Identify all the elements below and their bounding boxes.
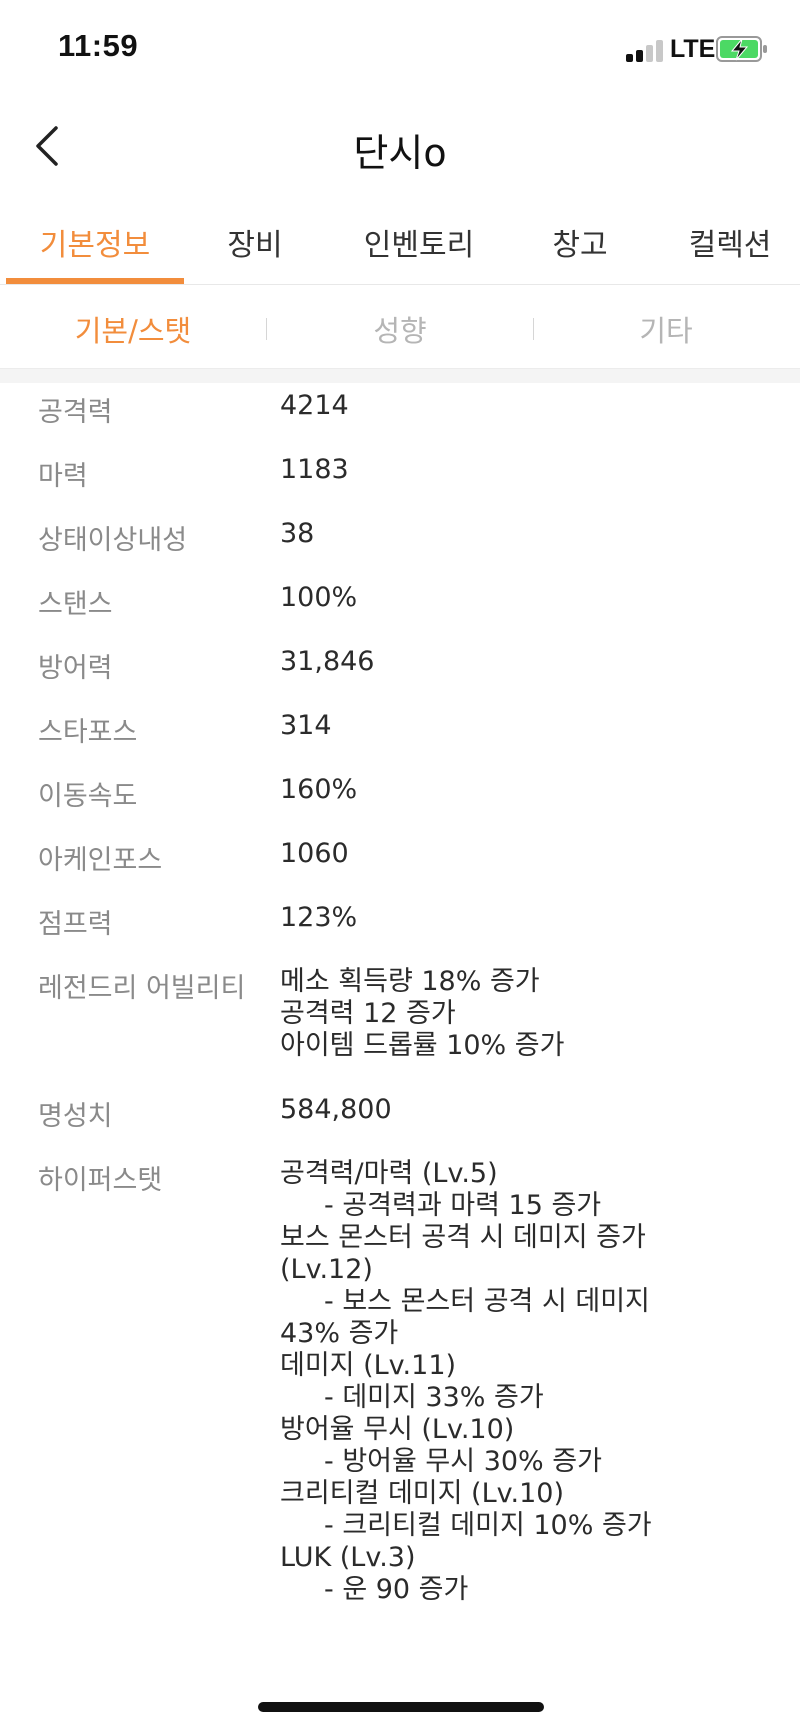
stat-label: 스탠스 (38, 589, 113, 620)
stat-value: 584,800 (280, 1094, 392, 1125)
sub-tabs: 기본/스탯 성향 기타 (0, 286, 800, 370)
stat-row-attack: 공격력 4214 (0, 390, 800, 454)
hyper-line: 데미지 (Lv.11) (280, 1350, 457, 1381)
home-indicator[interactable] (258, 1702, 544, 1712)
stat-row-status-resistance: 상태이상내성 38 (0, 518, 800, 582)
subtab-divider (266, 318, 267, 340)
stat-value: 31,846 (280, 646, 375, 677)
subtabs-divider (0, 368, 800, 383)
status-bar: 11:59 LTE (0, 0, 800, 100)
subtab-etc[interactable]: 기타 (606, 308, 726, 350)
hyper-line: LUK (Lv.3) (280, 1542, 416, 1573)
stat-label: 이동속도 (38, 781, 138, 812)
stat-value: 160% (280, 774, 358, 805)
subtab-tendency[interactable]: 성향 (340, 308, 460, 350)
stat-row-legendary-ability: 레전드리 어빌리티 메소 획득량 18% 증가 공격력 12 증가 아이템 드롭… (0, 966, 800, 1094)
tab-inventory[interactable]: 인벤토리 (344, 220, 494, 286)
hyper-line: - 공격력과 마력 15 증가 (324, 1190, 602, 1221)
stats-list: 공격력 4214 마력 1183 상태이상내성 38 스탠스 100% 방어력 … (0, 390, 800, 1606)
hyper-line: - 크리티컬 데미지 10% 증가 (324, 1510, 652, 1541)
main-tabs: 기본정보 장비 인벤토리 창고 컬렉션 (0, 200, 800, 286)
stat-label: 스타포스 (38, 717, 138, 748)
stat-label: 하이퍼스탯 (38, 1165, 163, 1196)
stat-label: 상태이상내성 (38, 525, 188, 556)
hyper-line: (Lv.12) (280, 1254, 373, 1285)
stat-label: 마력 (38, 461, 88, 492)
stat-value: 4214 (280, 390, 349, 421)
stat-row-starforce: 스타포스 314 (0, 710, 800, 774)
ability-line: 아이템 드롭률 10% 증가 (280, 1030, 565, 1061)
hyper-line: 43% 증가 (280, 1318, 399, 1349)
stat-value: 1183 (280, 454, 349, 485)
subtab-basic-stat[interactable]: 기본/스탯 (40, 308, 226, 350)
ability-line: 메소 획득량 18% 증가 (280, 966, 540, 997)
stat-row-fame: 명성치 584,800 (0, 1094, 800, 1158)
signal-icon (626, 38, 666, 62)
hyper-line: - 운 90 증가 (324, 1574, 469, 1605)
nav-bar: 단시o (0, 100, 800, 192)
stat-row-speed: 이동속도 160% (0, 774, 800, 838)
stat-label: 방어력 (38, 653, 113, 684)
battery-charging-icon (716, 36, 767, 62)
stat-value: 314 (280, 710, 332, 741)
stat-row-jump: 점프력 123% (0, 902, 800, 966)
stat-label: 레전드리 어빌리티 (38, 973, 246, 1004)
stat-row-stance: 스탠스 100% (0, 582, 800, 646)
stat-label: 명성치 (38, 1101, 113, 1132)
stat-label: 점프력 (38, 909, 113, 940)
stat-row-magic: 마력 1183 (0, 454, 800, 518)
stat-value: 123% (280, 902, 358, 933)
hyper-line: 공격력/마력 (Lv.5) (280, 1158, 498, 1189)
stat-label: 아케인포스 (38, 845, 163, 876)
subtab-divider (533, 318, 534, 340)
ability-line: 공격력 12 증가 (280, 998, 456, 1029)
stat-row-arcane-force: 아케인포스 1060 (0, 838, 800, 902)
hyper-line: - 보스 몬스터 공격 시 데미지 (324, 1286, 650, 1317)
status-time: 11:59 (58, 28, 139, 63)
stat-value: 공격력/마력 (Lv.5) - 공격력과 마력 15 증가 보스 몬스터 공격 … (280, 1158, 652, 1606)
hyper-line: - 데미지 33% 증가 (324, 1382, 544, 1413)
stat-label: 공격력 (38, 397, 113, 428)
hyper-line: 보스 몬스터 공격 시 데미지 증가 (280, 1222, 646, 1253)
tab-collection[interactable]: 컬렉션 (668, 220, 792, 286)
hyper-line: 크리티컬 데미지 (Lv.10) (280, 1478, 564, 1509)
tab-basic-info[interactable]: 기본정보 (6, 220, 184, 286)
stat-value: 100% (280, 582, 358, 613)
stat-value: 38 (280, 518, 315, 549)
stat-value: 메소 획득량 18% 증가 공격력 12 증가 아이템 드롭률 10% 증가 (280, 966, 564, 1094)
hyper-line: - 방어율 무시 30% 증가 (324, 1446, 602, 1477)
network-label: LTE (670, 35, 716, 63)
stat-value: 1060 (280, 838, 349, 869)
tab-equipment[interactable]: 장비 (200, 220, 310, 286)
page-title: 단시o (353, 131, 447, 175)
hyper-line: 방어율 무시 (Lv.10) (280, 1414, 515, 1445)
stat-row-hyper-stat: 하이퍼스탯 공격력/마력 (Lv.5) - 공격력과 마력 15 증가 보스 몬… (0, 1158, 800, 1606)
stat-row-defense: 방어력 31,846 (0, 646, 800, 710)
tab-storage[interactable]: 창고 (530, 220, 630, 286)
tabs-divider (0, 284, 800, 285)
